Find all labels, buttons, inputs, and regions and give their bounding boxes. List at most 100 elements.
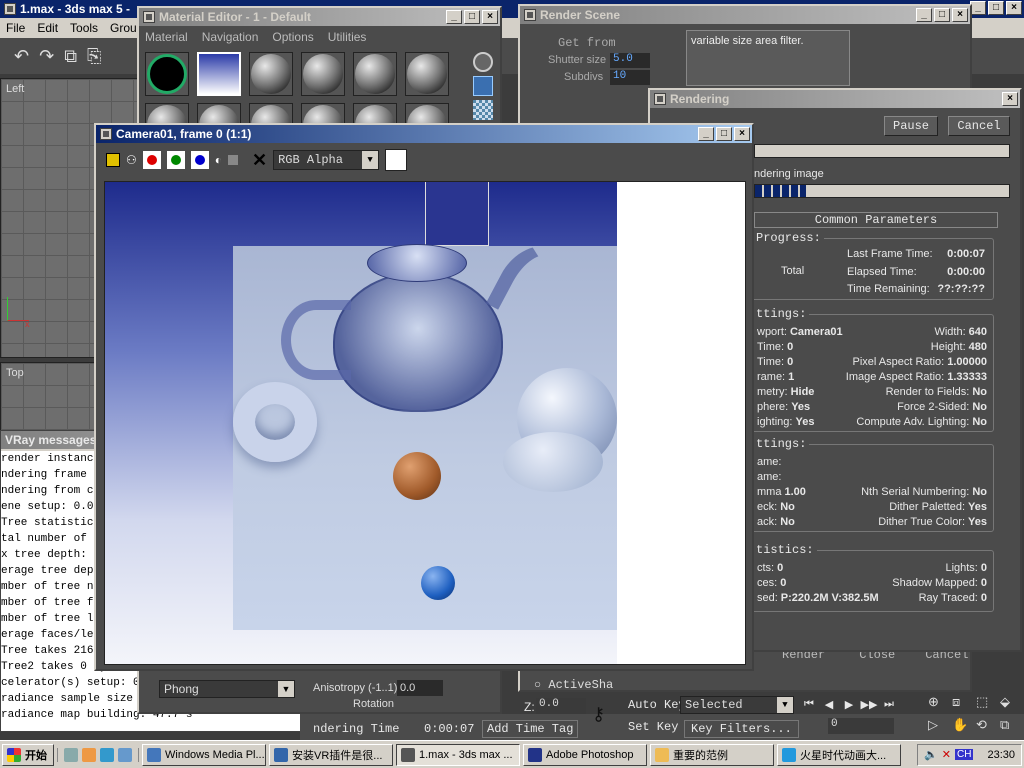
- ime-indicator[interactable]: CH: [955, 749, 974, 760]
- shutter-input[interactable]: 5.0: [610, 53, 650, 68]
- vray-title: VRay messages: [5, 433, 97, 447]
- undo-icon[interactable]: ↶: [14, 46, 29, 67]
- red-channel-icon[interactable]: [142, 151, 161, 169]
- material-slot-4[interactable]: [301, 52, 345, 96]
- material-minimize-icon[interactable]: _: [446, 10, 462, 24]
- material-menu-utilities[interactable]: Utilities: [328, 30, 367, 44]
- set-key-button[interactable]: Set Key: [628, 720, 678, 734]
- start-button[interactable]: 开始: [2, 743, 54, 766]
- material-slot-3[interactable]: [249, 52, 293, 96]
- active-shade-radio[interactable]: ○ ActiveSha: [534, 678, 613, 690]
- sample-type-icon[interactable]: [473, 52, 493, 72]
- material-slot-2[interactable]: [197, 52, 241, 96]
- task-vr-plugin[interactable]: 安装VR插件是很...: [269, 743, 393, 766]
- channel-dropdown-icon[interactable]: ▼: [362, 151, 379, 169]
- play-icon[interactable]: ▶: [840, 696, 858, 712]
- menu-edit[interactable]: Edit: [37, 21, 58, 35]
- viewport-left-label[interactable]: Left: [6, 83, 24, 95]
- selected-select[interactable]: Selected ▼: [680, 696, 794, 714]
- menu-tools[interactable]: Tools: [70, 21, 98, 35]
- goto-start-icon[interactable]: ⏮: [800, 696, 818, 712]
- material-menu-options[interactable]: Options: [272, 30, 313, 44]
- material-shader-select[interactable]: Phong ▼: [159, 680, 295, 698]
- field-of-view-icon[interactable]: ▷: [928, 717, 950, 738]
- render-scene-titlebar[interactable]: Render Scene: [520, 6, 970, 24]
- z-input[interactable]: 0.0: [536, 698, 586, 714]
- render-settings-group: ttings: wport: Camera01 Width: 640 Time: 0 Hei…: [750, 307, 994, 432]
- material-slot-6[interactable]: [405, 52, 449, 96]
- render-scene-minimize-icon[interactable]: _: [916, 8, 932, 22]
- viewport-top-label[interactable]: Top: [6, 367, 24, 379]
- camera-maximize-icon[interactable]: □: [716, 127, 732, 141]
- cancel-button[interactable]: Cancel: [948, 116, 1010, 136]
- key-filters-button[interactable]: Key Filters...: [684, 720, 799, 738]
- zoom-icon[interactable]: ⊕: [928, 694, 950, 715]
- material-close-icon[interactable]: ×: [482, 10, 498, 24]
- task-hxsd[interactable]: 火星时代动画大...: [777, 743, 901, 766]
- task-windows-media[interactable]: Windows Media Pl...: [142, 743, 266, 766]
- material-slot-5[interactable]: [353, 52, 397, 96]
- close-icon[interactable]: ×: [1006, 1, 1022, 15]
- unlink-icon[interactable]: ⎘: [87, 46, 101, 67]
- redo-icon[interactable]: ↷: [39, 46, 54, 67]
- goto-end-icon[interactable]: ⏭: [880, 696, 898, 712]
- camera-minimize-icon[interactable]: _: [698, 127, 714, 141]
- backlight-icon[interactable]: [473, 76, 493, 96]
- channel-select[interactable]: RGB Alpha ▼: [273, 150, 380, 170]
- zoom-all-icon[interactable]: ⧈: [952, 694, 974, 715]
- media-icon[interactable]: [82, 747, 96, 762]
- add-time-tag-button[interactable]: Add Time Tag: [482, 720, 579, 738]
- task-3dsmax[interactable]: 1.max - 3ds max ...: [396, 743, 520, 766]
- task-photoshop[interactable]: Adobe Photoshop: [523, 743, 647, 766]
- alpha-channel-icon[interactable]: ◐: [215, 153, 222, 167]
- stats-right-value: 0: [980, 562, 987, 574]
- clone-window-icon[interactable]: ⚇: [126, 153, 137, 167]
- settings-right-value: 1.00000: [947, 356, 987, 368]
- pan-icon[interactable]: ✋: [952, 717, 974, 738]
- anisotropy-input[interactable]: 0.0: [397, 680, 443, 696]
- explorer-icon[interactable]: [118, 747, 132, 762]
- volume-icon[interactable]: 🔈: [924, 748, 938, 761]
- frame-input[interactable]: 0: [828, 718, 894, 734]
- pause-button[interactable]: Pause: [884, 116, 938, 136]
- render-scene-close-icon[interactable]: ×: [952, 8, 968, 22]
- material-slot-1[interactable]: [145, 52, 189, 96]
- subdivs-input[interactable]: 10: [610, 70, 650, 85]
- rendering-close-icon[interactable]: ×: [1002, 92, 1018, 106]
- blue-channel-icon[interactable]: [190, 151, 209, 169]
- prev-frame-icon[interactable]: ◀: [820, 696, 838, 712]
- camera-titlebar[interactable]: Camera01, frame 0 (1:1): [96, 125, 752, 143]
- show-desktop-icon[interactable]: [64, 747, 78, 762]
- material-menu-navigation[interactable]: Navigation: [202, 30, 259, 44]
- zoom-extents-all-icon[interactable]: ⬙: [1000, 694, 1022, 715]
- save-bitmap-icon[interactable]: [106, 153, 120, 167]
- clear-icon[interactable]: ✕: [252, 150, 267, 171]
- material-maximize-icon[interactable]: □: [464, 10, 480, 24]
- auto-key-button[interactable]: Auto Key: [628, 698, 686, 712]
- background-icon[interactable]: [473, 100, 493, 120]
- selected-dropdown-icon[interactable]: ▼: [777, 697, 793, 713]
- material-menu-material[interactable]: Material: [145, 30, 188, 44]
- camera-close-icon[interactable]: ×: [734, 127, 750, 141]
- common-parameters-rollout[interactable]: Common Parameters: [754, 212, 998, 228]
- select-link-icon[interactable]: ⧉: [64, 46, 77, 67]
- browser-icon[interactable]: [100, 747, 114, 762]
- task-examples-folder[interactable]: 重要的范例: [650, 743, 774, 766]
- render-canvas[interactable]: [104, 181, 746, 665]
- orbit-icon[interactable]: ⟲: [976, 717, 998, 738]
- output-left: eck: No: [757, 500, 795, 515]
- network-icon[interactable]: ✕: [942, 748, 951, 761]
- torus-object: [233, 382, 317, 462]
- zoom-extents-icon[interactable]: ⬚: [976, 694, 998, 715]
- color-swatch[interactable]: [385, 149, 408, 171]
- menu-file[interactable]: File: [6, 21, 25, 35]
- green-channel-icon[interactable]: [166, 151, 185, 169]
- next-frame-icon[interactable]: ▶▶: [860, 696, 878, 712]
- rendering-titlebar[interactable]: Rendering: [650, 90, 1020, 108]
- monochrome-icon[interactable]: [228, 155, 239, 165]
- shader-dropdown-icon[interactable]: ▼: [278, 681, 294, 697]
- render-scene-maximize-icon[interactable]: □: [934, 8, 950, 22]
- maximize-icon[interactable]: □: [988, 1, 1004, 15]
- minimize-icon[interactable]: _: [970, 1, 986, 15]
- max-toggle-icon[interactable]: ⧉: [1000, 717, 1022, 738]
